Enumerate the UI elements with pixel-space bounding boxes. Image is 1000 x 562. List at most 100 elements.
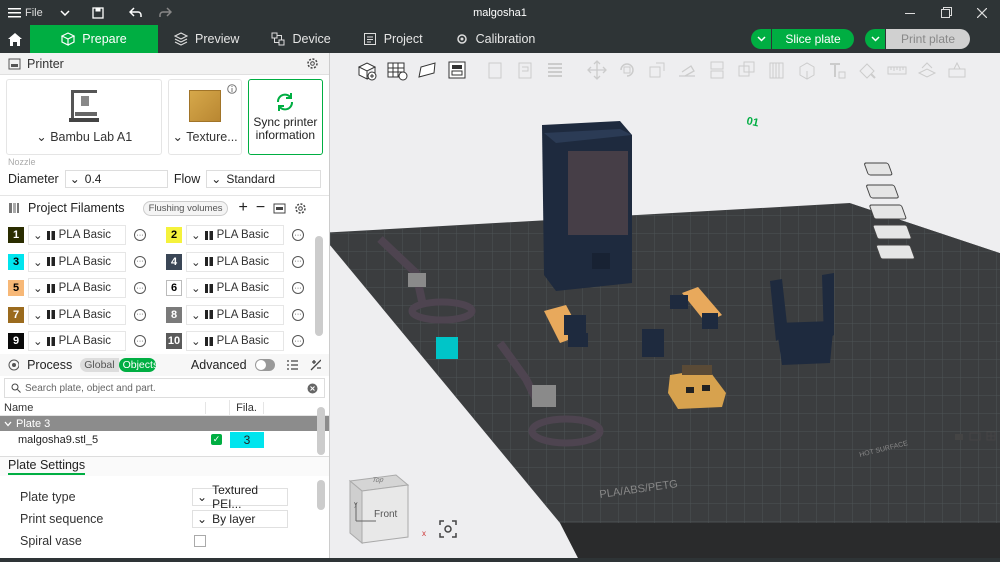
filament-type-select[interactable]: ⌄ PLA Basic: [186, 251, 284, 272]
filament-color-swatch[interactable]: 4: [166, 253, 182, 270]
object-search[interactable]: Search plate, object and part.: [4, 378, 325, 398]
sync-filament-icon[interactable]: [273, 202, 286, 215]
filament-slot[interactable]: 8 ⌄ PLA Basic ···: [166, 304, 304, 326]
lay-on-face-icon[interactable]: [672, 55, 702, 85]
remove-filament-icon[interactable]: −: [256, 199, 265, 217]
close-icon[interactable]: [964, 0, 1000, 25]
filament-slot[interactable]: 5 ⌄ PLA Basic ···: [8, 277, 146, 299]
filament-type-select[interactable]: ⌄ PLA Basic: [28, 225, 126, 245]
list-icon[interactable]: [286, 360, 298, 370]
filament-color-swatch[interactable]: 2: [166, 227, 182, 243]
text-icon[interactable]: [822, 55, 852, 85]
gear-icon[interactable]: [306, 57, 319, 70]
filament-more-icon[interactable]: ···: [292, 335, 304, 347]
fit-view-icon[interactable]: [438, 519, 458, 539]
filament-slot[interactable]: 10 ⌄ PLA Basic ···: [166, 330, 304, 352]
brim-ears-icon[interactable]: [942, 55, 972, 85]
print-plate-button[interactable]: Print plate: [886, 29, 970, 49]
flushing-volumes-button[interactable]: Flushing volumes: [142, 200, 229, 216]
move-icon[interactable]: [582, 55, 612, 85]
cut-icon[interactable]: [702, 55, 732, 85]
filament-type-select[interactable]: ⌄ PLA Basic: [28, 331, 126, 351]
tab-project[interactable]: Project: [347, 25, 439, 53]
slice-plate-button[interactable]: Slice plate: [772, 29, 854, 49]
spiral-vase-checkbox[interactable]: [194, 535, 206, 547]
filament-type-select[interactable]: ⌄ PLA Basic: [28, 251, 126, 272]
filament-more-icon[interactable]: ···: [134, 335, 146, 347]
filament-more-icon[interactable]: ···: [134, 282, 146, 294]
printer-select[interactable]: ⌄ Bambu Lab A1: [6, 79, 163, 155]
filament-slot[interactable]: 7 ⌄ PLA Basic ···: [8, 304, 146, 326]
assembly-icon[interactable]: [912, 55, 942, 85]
filament-more-icon[interactable]: ···: [134, 255, 146, 268]
add-filament-icon[interactable]: +: [238, 199, 247, 217]
filament-slot[interactable]: 3 ⌄ PLA Basic ···: [8, 251, 146, 273]
clear-search-icon[interactable]: [307, 383, 318, 394]
slice-dropdown-icon[interactable]: [751, 29, 771, 49]
redo-icon[interactable]: [150, 0, 180, 25]
color-paint-icon[interactable]: [852, 55, 882, 85]
filament-color-swatch[interactable]: 10: [166, 333, 182, 349]
filament-color-swatch[interactable]: 5: [8, 280, 24, 296]
print-sequence-select[interactable]: ⌄ By layer: [192, 510, 288, 528]
support-paint-icon[interactable]: [762, 55, 792, 85]
filament-color-swatch[interactable]: 6: [166, 280, 182, 296]
compare-icon[interactable]: [310, 359, 321, 371]
tab-prepare[interactable]: Prepare: [30, 25, 158, 53]
filament-type-select[interactable]: ⌄ PLA Basic: [186, 278, 284, 298]
objects-option[interactable]: Objects: [118, 358, 156, 372]
add-plate-icon[interactable]: [382, 55, 412, 85]
grid-toggle-icon[interactable]: [986, 431, 996, 441]
orient-icon[interactable]: [412, 55, 442, 85]
filament-color-swatch[interactable]: 3: [8, 253, 24, 270]
filament-type-select[interactable]: ⌄ PLA Basic: [28, 278, 126, 298]
add-object-icon[interactable]: [352, 55, 382, 85]
sync-printer-button[interactable]: Sync printer information: [247, 79, 323, 155]
filament-more-icon[interactable]: ···: [292, 229, 304, 241]
scale-icon[interactable]: [642, 55, 672, 85]
filament-slot[interactable]: 1 ⌄ PLA Basic ···: [8, 224, 146, 246]
object-filament-cell[interactable]: 3: [230, 431, 264, 448]
filament-more-icon[interactable]: ···: [292, 308, 304, 321]
flow-select[interactable]: ⌄ Standard: [206, 170, 321, 188]
restore-icon[interactable]: [928, 0, 964, 25]
camera-icon[interactable]: [954, 431, 964, 441]
seam-paint-icon[interactable]: [792, 55, 822, 85]
filament-type-select[interactable]: ⌄ PLA Basic: [186, 225, 284, 245]
filament-more-icon[interactable]: ···: [134, 229, 146, 241]
plate-row[interactable]: Plate 3: [0, 416, 329, 431]
filament-color-swatch[interactable]: 8: [166, 306, 182, 323]
plate-type-setting-select[interactable]: ⌄ Textured PEI...: [192, 483, 288, 511]
filament-color-swatch[interactable]: 1: [8, 227, 24, 243]
gear-icon[interactable]: [294, 202, 307, 215]
filament-scrollbar[interactable]: [315, 236, 323, 336]
minimize-icon[interactable]: [892, 0, 928, 25]
home-icon[interactable]: [0, 25, 30, 53]
print-dropdown-icon[interactable]: [865, 29, 885, 49]
view-cube[interactable]: Top Front y x: [346, 473, 426, 545]
filament-more-icon[interactable]: ···: [292, 255, 304, 268]
3d-viewport[interactable]: 01 PLA/ABS/PETG HOT SURFACE Top Front y …: [330, 53, 1000, 562]
settings-scrollbar[interactable]: [317, 480, 325, 510]
filament-slot[interactable]: 4 ⌄ PLA Basic ···: [166, 251, 304, 273]
filament-color-swatch[interactable]: 9: [8, 333, 24, 349]
undo-icon[interactable]: [120, 0, 150, 25]
arrange-icon[interactable]: [442, 55, 472, 85]
diameter-select[interactable]: ⌄ 0.4: [64, 170, 168, 188]
advanced-toggle[interactable]: [254, 359, 275, 371]
object-row[interactable]: malgosha9.stl_5 ✓ 3: [0, 431, 329, 448]
plate-type-select[interactable]: ⌄ Texture...: [168, 79, 242, 155]
filament-type-select[interactable]: ⌄ PLA Basic: [28, 304, 126, 325]
view-mode-icon[interactable]: [969, 431, 981, 441]
chevron-down-icon[interactable]: [54, 0, 76, 25]
filament-slot[interactable]: 6 ⌄ PLA Basic ···: [166, 277, 304, 299]
collapse-icon[interactable]: [4, 421, 12, 427]
boolean-icon[interactable]: [732, 55, 762, 85]
filament-color-swatch[interactable]: 7: [8, 306, 24, 323]
split-objects-icon[interactable]: [480, 55, 510, 85]
layers-editing-icon[interactable]: [540, 55, 570, 85]
file-menu[interactable]: File: [0, 0, 54, 25]
process-scope-toggle[interactable]: Global Objects: [80, 358, 156, 372]
split-parts-icon[interactable]: [510, 55, 540, 85]
tab-device[interactable]: Device: [255, 25, 346, 53]
